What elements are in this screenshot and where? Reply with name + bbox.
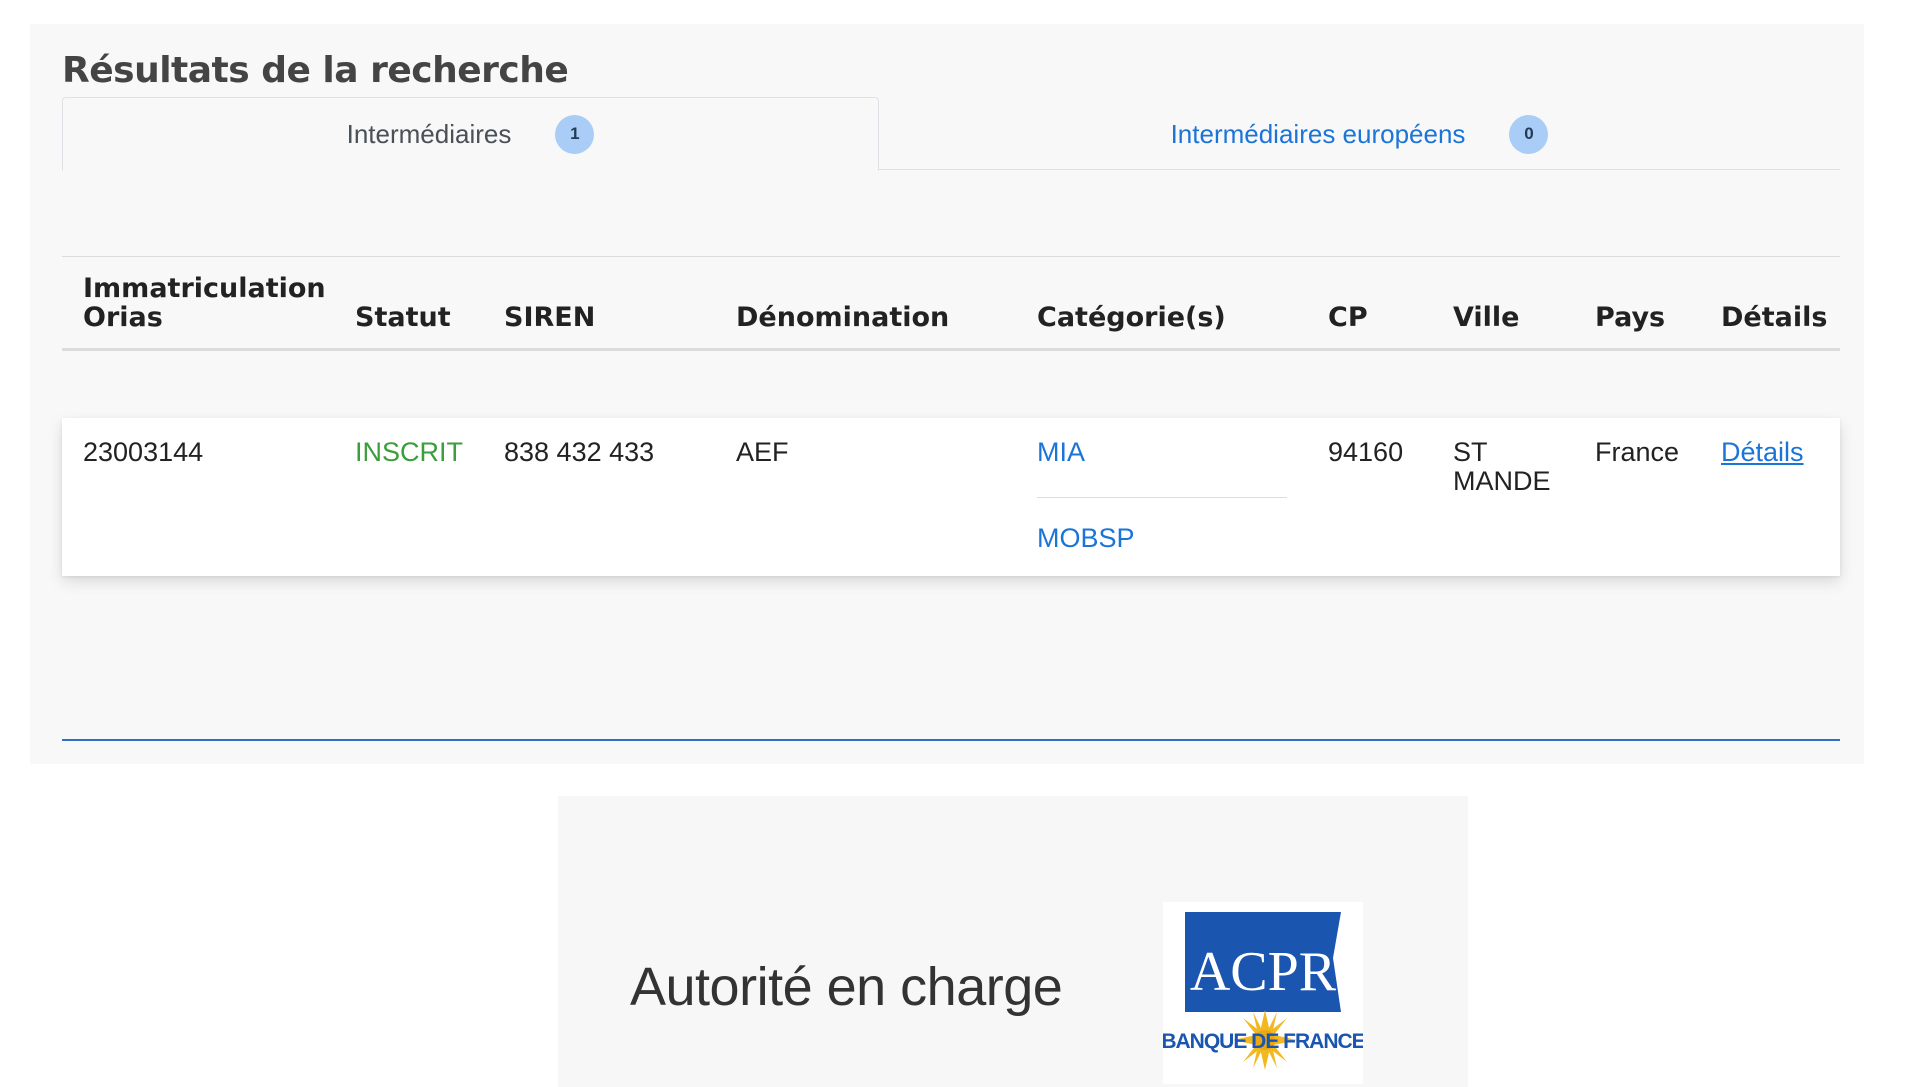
cell-pays: France	[1595, 437, 1680, 467]
tab-intermediaires-label: Intermédiaires	[346, 118, 512, 149]
cell-ville: ST MANDE	[1453, 438, 1551, 496]
cell-denomination: AEF	[736, 437, 789, 467]
tab-intermediaires-europeens[interactable]: Intermédiaires européens 0	[879, 97, 1840, 171]
header-statut: Statut	[355, 302, 451, 333]
results-bottom-divider	[62, 739, 1840, 741]
tab-intermediaires-europeens-label: Intermédiaires européens	[1170, 118, 1466, 149]
cell-ville-line1: ST	[1453, 437, 1488, 467]
header-immatriculation-line1: Immatriculation	[83, 273, 326, 304]
header-ville: Ville	[1453, 302, 1520, 333]
category-divider	[1037, 497, 1287, 498]
tab-intermediaires-count-badge: 1	[555, 114, 595, 154]
header-categories: Catégorie(s)	[1037, 302, 1226, 333]
cell-immatriculation: 23003144	[83, 437, 204, 467]
tab-intermediaires[interactable]: Intermédiaires 1	[62, 97, 879, 171]
category-link-mobsp[interactable]: MOBSP	[1037, 524, 1135, 553]
results-tabs: Intermédiaires 1 Intermédiaires européen…	[62, 97, 1840, 171]
svg-text:BANQUE DE FRANCE: BANQUE DE FRANCE	[1163, 1030, 1363, 1053]
header-immatriculation: Immatriculation Orias	[83, 274, 326, 332]
cell-siren: 838 432 433	[504, 437, 655, 467]
authority-label: Autorité en charge	[630, 957, 1063, 1017]
search-results-panel: Résultats de la recherche Intermédiaires…	[30, 24, 1864, 764]
category-link-mia[interactable]: MIA	[1037, 438, 1085, 467]
header-denomination: Dénomination	[736, 302, 950, 333]
authority-footer: Autorité en charge ACPR BANQUE DE FRANCE	[558, 796, 1468, 1087]
page-title: Résultats de la recherche	[62, 50, 569, 91]
table-header: Immatriculation Orias Statut SIREN Dénom…	[62, 257, 1840, 351]
header-immatriculation-line2: Orias	[83, 302, 163, 333]
details-link[interactable]: Détails	[1721, 438, 1804, 467]
cell-statut-badge: INSCRIT	[355, 437, 463, 467]
header-pays: Pays	[1595, 302, 1666, 333]
header-cp: CP	[1328, 302, 1368, 333]
tab-intermediaires-europeens-count-badge: 0	[1509, 114, 1549, 154]
cell-ville-line2: MANDE	[1453, 466, 1551, 496]
acpr-logo: ACPR BANQUE DE FRANCE	[1163, 902, 1363, 1084]
cell-cp: 94160	[1328, 437, 1404, 467]
header-details: Détails	[1721, 302, 1828, 333]
svg-text:ACPR: ACPR	[1190, 941, 1337, 1003]
header-siren: SIREN	[504, 302, 596, 333]
table-row: 23003144 INSCRIT 838 432 433 AEF MIA MOB…	[62, 418, 1840, 576]
